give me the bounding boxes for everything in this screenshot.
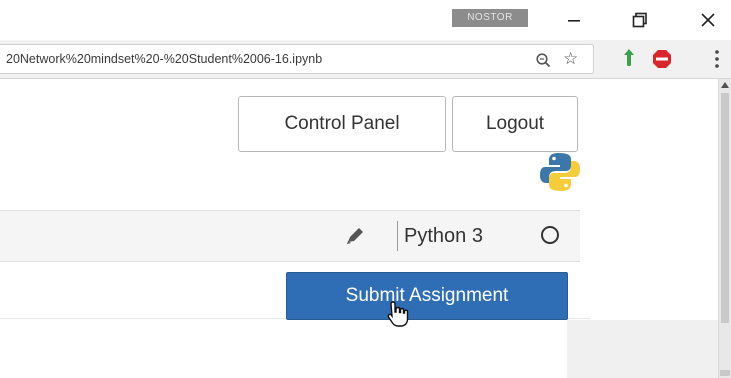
pencil-icon[interactable]	[345, 227, 365, 245]
url-text: 20Network%20mindset%20-%20Student%2006-1…	[6, 52, 323, 66]
submit-assignment-button[interactable]: Submit Assignment	[286, 272, 568, 320]
python-logo-icon	[540, 153, 580, 191]
close-icon	[701, 13, 715, 27]
kernel-status-icon	[541, 226, 559, 244]
title-bar: NOSTOR	[0, 0, 731, 40]
kernel-name[interactable]: Python 3	[404, 211, 483, 261]
minimize-button[interactable]	[554, 6, 594, 34]
kernel-divider	[397, 221, 398, 251]
kernel-bar: Python 3	[0, 210, 580, 262]
restore-button[interactable]	[620, 6, 660, 34]
vertical-scrollbar[interactable]	[718, 79, 731, 378]
minimize-icon	[568, 20, 580, 22]
hand-cursor-icon	[387, 301, 409, 327]
zoom-icon[interactable]	[535, 52, 553, 68]
scroll-up-arrow-icon[interactable]	[720, 80, 730, 90]
restore-icon	[632, 12, 647, 28]
bookmark-star-icon[interactable]: ☆	[563, 50, 578, 68]
profile-badge[interactable]: NOSTOR	[452, 9, 528, 27]
extension-icon[interactable]	[622, 49, 636, 69]
adblock-icon[interactable]	[652, 49, 672, 69]
url-field[interactable]: 20Network%20mindset%20-%20Student%2006-1…	[0, 44, 594, 74]
menu-icon[interactable]	[712, 48, 722, 70]
scrollbar-thumb[interactable]	[721, 93, 729, 323]
close-button[interactable]	[688, 6, 728, 34]
logout-button[interactable]: Logout	[452, 96, 578, 152]
control-panel-button[interactable]: Control Panel	[238, 96, 446, 152]
scrollbar-lower-thumb[interactable]	[720, 370, 730, 376]
side-panel	[567, 320, 718, 378]
